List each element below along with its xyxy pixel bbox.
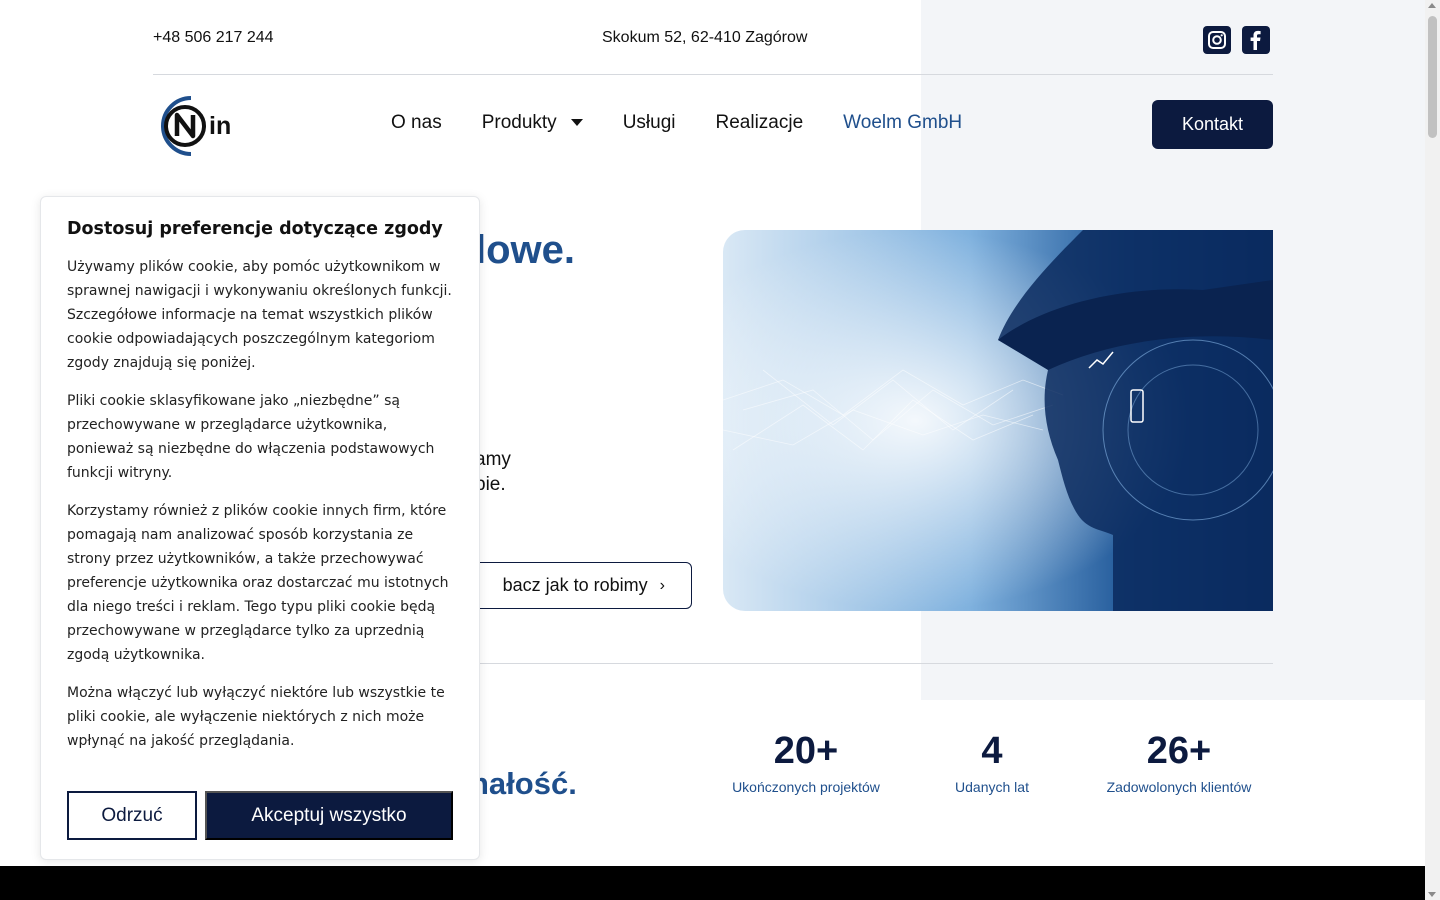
scroll-down-icon[interactable] (1428, 892, 1436, 897)
nav-item-realizacje[interactable]: Realizacje (716, 112, 804, 134)
hero-cta-label: bacz jak to robimy (502, 575, 648, 595)
chevron-down-icon (570, 119, 583, 127)
scroll-up-icon[interactable] (1428, 3, 1436, 8)
stat-label: Zadowolonych klientów (1106, 779, 1252, 795)
nav-item-o-nas[interactable]: O nas (391, 112, 442, 134)
nav-item-woelm[interactable]: Woelm GmbH (843, 112, 962, 134)
accept-all-button[interactable]: Akceptuj wszystko (205, 791, 453, 840)
stat-projects: 20+ Ukończonych projektów (723, 730, 889, 795)
reject-button[interactable]: Odrzuć (67, 791, 197, 840)
stat-number: 26+ (1146, 730, 1212, 772)
hero-text-line-2: pie. (475, 474, 506, 495)
cookie-title: Dostosuj preferencje dotyczące zgody (67, 219, 443, 239)
scrollbar-thumb[interactable] (1428, 16, 1437, 138)
main-navigation: in O nas Produkty Usługi Realizacje Woel… (153, 88, 1273, 160)
top-bar: +48 506 217 244 Skokum 52, 62-410 Zagóro… (153, 0, 1273, 75)
stat-number: 20+ (773, 730, 839, 772)
nav-item-uslugi[interactable]: Usługi (623, 112, 676, 134)
stats-title: nałość. (470, 766, 577, 801)
chevron-right-icon: › (659, 576, 665, 594)
phone-number[interactable]: +48 506 217 244 (153, 29, 274, 47)
instagram-icon[interactable] (1203, 26, 1231, 54)
logo[interactable]: in (153, 92, 237, 156)
hero-image (723, 230, 1273, 611)
cookie-paragraph-3: Korzystamy również z plików cookie innyc… (67, 503, 449, 663)
cookie-paragraph-4: Można włączyć lub wyłączyć niektóre lub … (67, 685, 445, 749)
footer-band (0, 866, 1425, 900)
address-text: Skokum 52, 62-410 Zagórow (602, 29, 808, 46)
facebook-icon[interactable] (1242, 26, 1270, 54)
stat-label: Udanych lat (955, 779, 1029, 795)
stat-clients: 26+ Zadowolonych klientów (1095, 730, 1263, 795)
contact-button[interactable]: Kontakt (1152, 100, 1273, 149)
hero-text-line-1: amy (475, 449, 511, 470)
cookie-consent-dialog: Dostosuj preferencje dotyczące zgody Uży… (40, 196, 480, 860)
nav-item-produkty-label: Produkty (481, 112, 557, 133)
nav-item-produkty[interactable]: Produkty (482, 112, 583, 134)
page-scrollbar[interactable] (1425, 0, 1440, 900)
stat-label: Ukończonych projektów (732, 779, 880, 795)
stat-number: 4 (981, 730, 1003, 772)
stat-years: 4 Udanych lat (944, 730, 1040, 795)
logo-text: in (209, 112, 232, 140)
cookie-paragraph-1: Używamy plików cookie, aby pomóc użytkow… (67, 259, 452, 371)
hero-title: lowe. (475, 228, 576, 272)
cookie-paragraph-2: Pliki cookie sklasyfikowane jako „niezbę… (67, 393, 435, 481)
hero-text: amy pie. (475, 447, 511, 497)
